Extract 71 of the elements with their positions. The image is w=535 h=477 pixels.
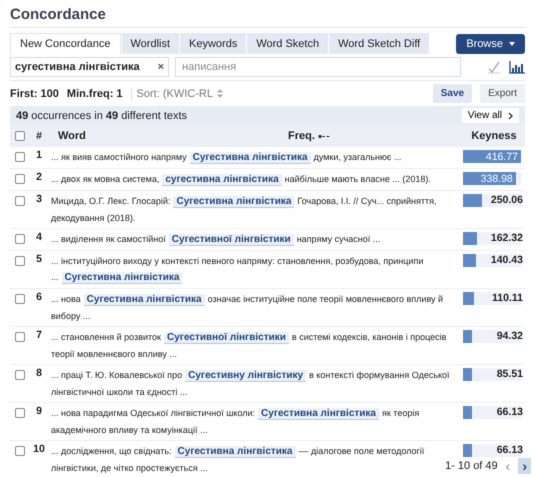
- chevron-icon: [508, 112, 513, 120]
- row-checkbox[interactable]: [15, 446, 25, 456]
- bar-chart-icon[interactable]: [509, 60, 525, 74]
- row-checkbox[interactable]: [15, 234, 25, 244]
- first-setting: First: 100: [10, 88, 59, 100]
- row-number: 10: [32, 442, 46, 457]
- sort-select[interactable]: Sort: (KWIC-RL: [130, 88, 223, 100]
- row-number: 3: [35, 192, 43, 207]
- concordance-line: ... праці Т. Ю. Ковалевської про Сугестивну лінгвістику в контексті формування Одеської лінгвістичної школи та єдності ...: [50, 369, 451, 399]
- row-checkbox[interactable]: [15, 256, 25, 266]
- page-range: 1- 10 of 49: [445, 460, 498, 472]
- keyness-value: 140.43: [490, 254, 523, 267]
- concordance-line: ... інституційного виходу у контексті певного напряму: становлення, розбудова, принципи ... Сугестивна лінгвістика: [50, 255, 424, 286]
- check-icon[interactable]: [487, 60, 501, 74]
- select-all-checkbox[interactable]: [15, 131, 25, 141]
- results-summary: 49 occurrences in 49 different texts: [16, 110, 188, 122]
- keyness-value: 66.13: [496, 406, 523, 419]
- row-number: 5: [35, 252, 43, 267]
- updown-icon: [216, 89, 223, 98]
- query-text: сугестивна лінгвістика: [15, 61, 140, 73]
- min-freq-setting: Min.freq: 1: [66, 88, 123, 100]
- row-checkbox[interactable]: [15, 174, 25, 184]
- search-field[interactable]: написання: [175, 57, 461, 77]
- concordance-line: ... двох як мовна система, сугестивна лінгвістика найбільше мають власне ... (2018).: [50, 173, 432, 188]
- export-button[interactable]: Export: [480, 84, 525, 103]
- keyness-value: 338.98: [480, 172, 514, 184]
- clear-button[interactable]: ×: [158, 61, 164, 73]
- view-all-button[interactable]: View all: [462, 108, 519, 123]
- keyness-value: 85.51: [496, 368, 523, 381]
- caret-icon: [509, 42, 515, 46]
- row-checkbox[interactable]: [15, 332, 25, 342]
- row-checkbox[interactable]: [15, 294, 25, 304]
- row-number: 6: [35, 290, 43, 305]
- keyness-value: 250.06: [490, 194, 523, 207]
- tab[interactable]: Wordlist: [122, 33, 180, 54]
- row-number: 9: [35, 404, 43, 419]
- keyness-value: 110.11: [492, 292, 523, 305]
- row-checkbox[interactable]: [15, 370, 25, 380]
- tab[interactable]: Keywords: [180, 33, 246, 54]
- column-header: Word: [57, 130, 87, 142]
- row-number: 2: [35, 170, 43, 185]
- tab[interactable]: New Concordance: [10, 33, 120, 54]
- previous-page-button[interactable]: ‹: [502, 458, 514, 474]
- tab[interactable]: Word Sketch Diff: [329, 33, 430, 54]
- concordance-line: ... нова Сугестивна лінгвістика означає інституційне поле теорії мовленнєвого впливу й вибору ...: [50, 293, 444, 323]
- row-number: 4: [35, 230, 43, 245]
- row-number: 8: [35, 366, 43, 381]
- keyness-value: 162.32: [490, 232, 523, 245]
- concordance-line: ... становлення й розвиток Сугестивної лінгвістики в системі кодексів, канонів і процесів теорії мовленнєвого впливу ...: [50, 331, 448, 361]
- row-number: 7: [35, 328, 43, 343]
- column-header[interactable]: Freq.: [288, 130, 330, 142]
- concordance-line: Мицида, О.Г. Лекс. Глосарій: Сугестивна лінгвістика Гочарова, І.І. // Суч... сприйняття, декодування (2018).: [50, 195, 438, 225]
- concordance-line: ... виділення як самостійної Сугестивної лінгвістики напряму сучасної ...: [50, 233, 382, 248]
- column-header: Keyness: [470, 129, 518, 144]
- next-page-button[interactable]: ›: [518, 458, 531, 474]
- search-chip[interactable]: сугестивна лінгвістика ×: [10, 57, 170, 77]
- browse-button[interactable]: Browse: [456, 34, 525, 54]
- page-title: Concordance: [10, 5, 106, 25]
- tab[interactable]: Word Sketch: [247, 33, 328, 54]
- concordance-line: ... як вияв самостійного напряму Сугестивна лінгвістика думки, узагальнює ...: [50, 151, 402, 166]
- sort-icon: [318, 134, 330, 138]
- keyness-value: 416.77: [486, 150, 519, 162]
- row-checkbox[interactable]: [15, 152, 25, 162]
- keyness-value: 66.13: [496, 444, 523, 457]
- keyness-value: 94.32: [496, 330, 523, 343]
- row-checkbox[interactable]: [15, 408, 25, 418]
- row-number: 1: [35, 148, 43, 163]
- concordance-line: ... нова парадигма Одеської лінгвістичної школи: Сугестивна лінгвістика як теорія академічного впливу та комуінкації ...: [50, 407, 420, 437]
- row-checkbox[interactable]: [15, 196, 25, 206]
- save-button[interactable]: Save: [432, 84, 472, 103]
- column-header: #: [35, 128, 43, 144]
